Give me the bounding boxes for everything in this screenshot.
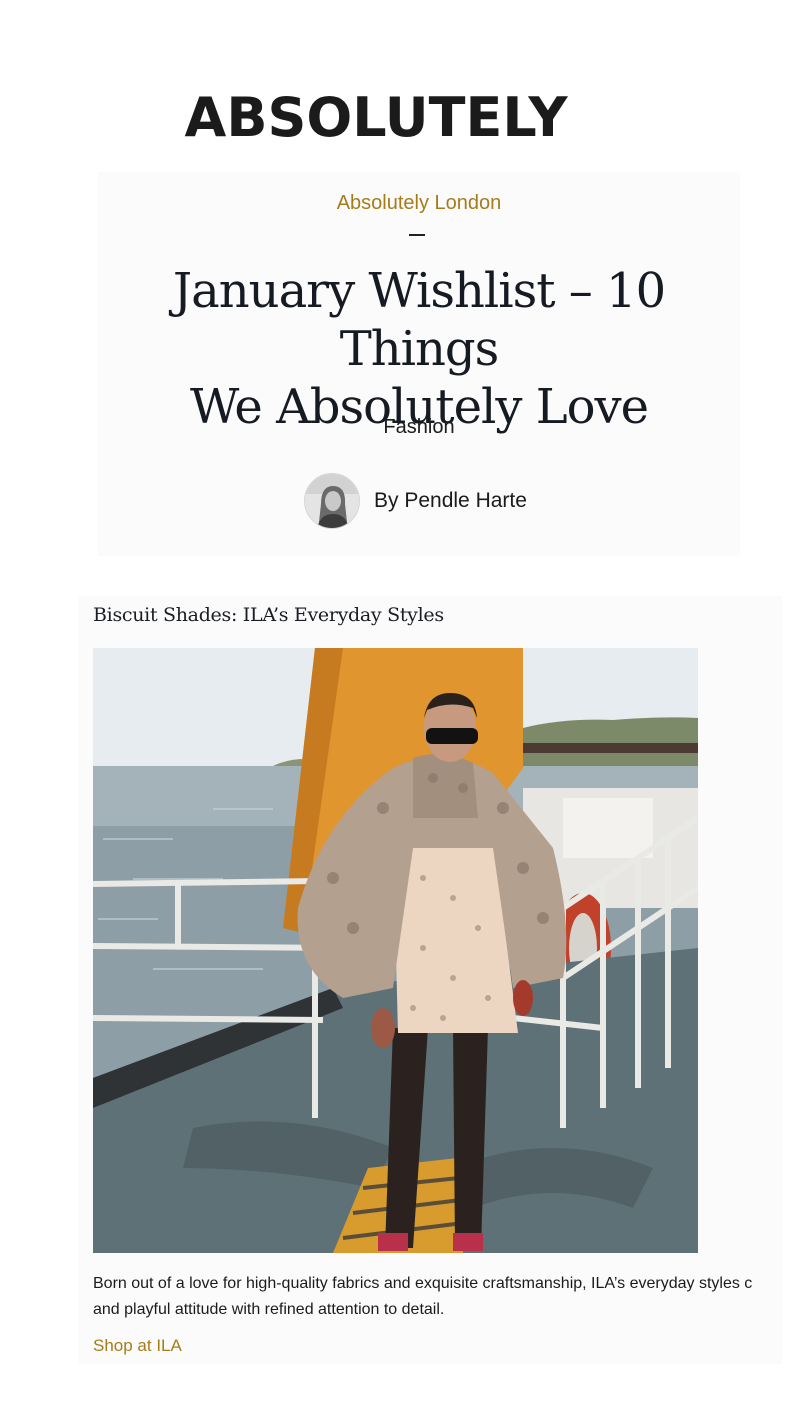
category-tag[interactable]: Fashion xyxy=(98,416,740,439)
product-photo xyxy=(93,648,698,1253)
author-name[interactable]: By Pendle Harte xyxy=(374,489,527,513)
product-card: Biscuit Shades: ILA’s Everyday Styles Bo… xyxy=(78,596,782,1364)
divider xyxy=(409,234,425,236)
title-line-1: January Wishlist – 10 Things xyxy=(172,263,666,377)
description-line-1: Born out of a love for high-quality fabr… xyxy=(93,1275,753,1292)
description-line-2: and playful attitude with refined attent… xyxy=(93,1301,445,1318)
author-byline: By Pendle Harte xyxy=(304,472,527,530)
product-title: Biscuit Shades: ILA’s Everyday Styles xyxy=(93,604,444,626)
avatar[interactable] xyxy=(304,473,360,529)
article-header: Absolutely London January Wishlist – 10 … xyxy=(98,172,740,556)
product-description: Born out of a love for high-quality fabr… xyxy=(93,1271,782,1323)
site-logo[interactable]: ABSOLUTELY xyxy=(0,86,752,149)
shop-link[interactable]: Shop at ILA xyxy=(93,1336,182,1356)
section-link[interactable]: Absolutely London xyxy=(98,192,740,215)
page-title: January Wishlist – 10 Things We Absolute… xyxy=(98,262,740,436)
